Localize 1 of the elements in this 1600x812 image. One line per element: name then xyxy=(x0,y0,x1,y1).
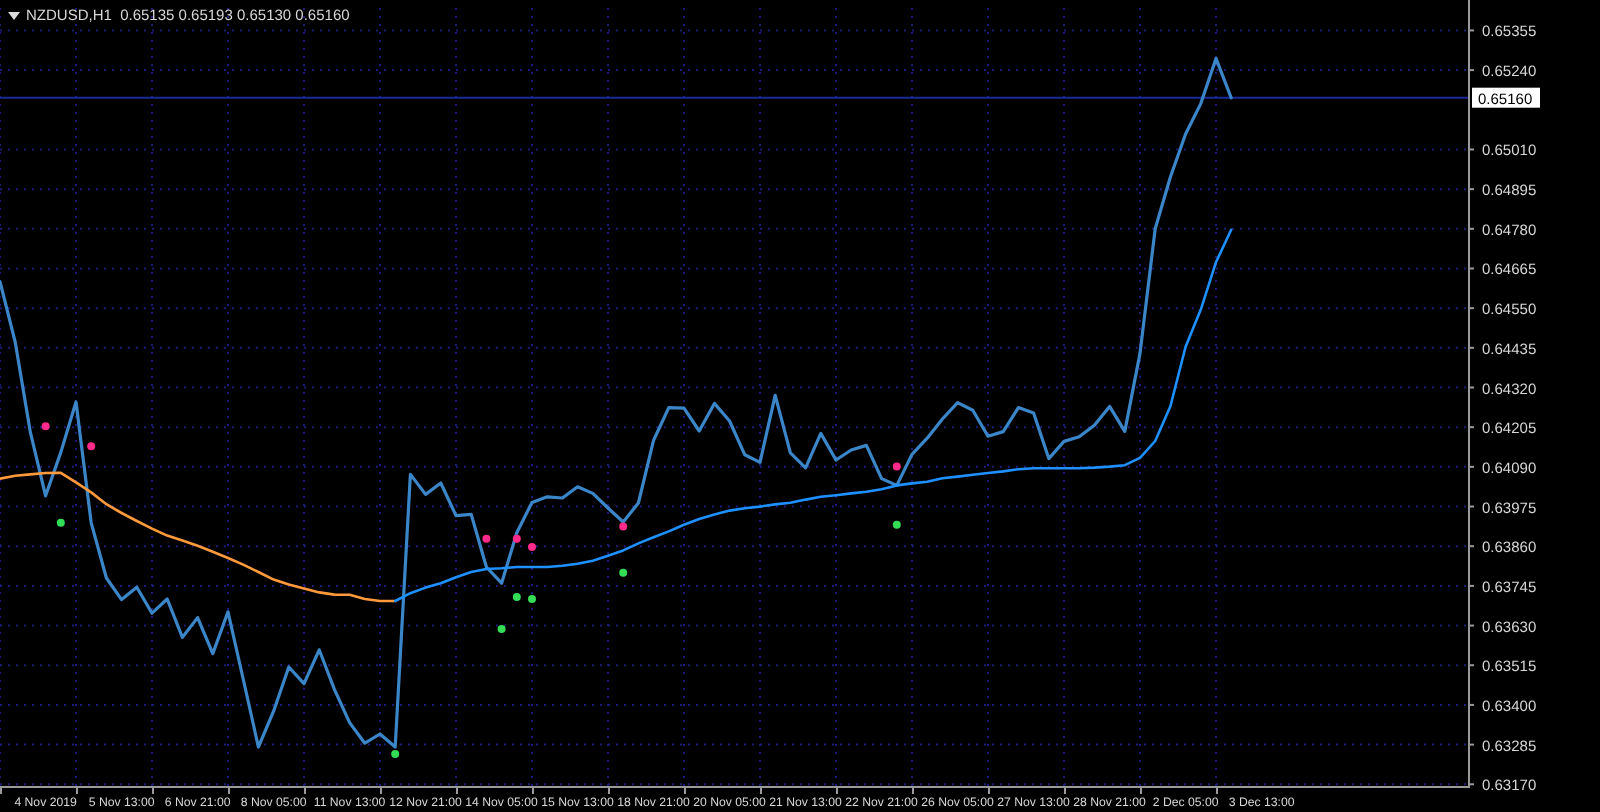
dropdown-icon[interactable] xyxy=(8,12,20,20)
